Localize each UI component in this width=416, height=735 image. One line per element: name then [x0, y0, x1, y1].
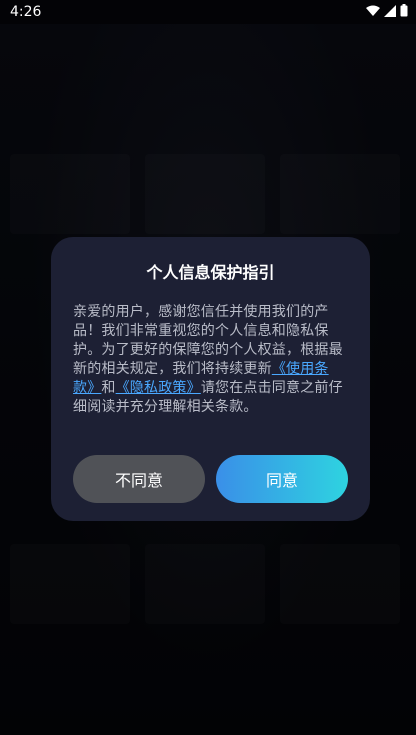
- status-bar: 4:26: [0, 0, 416, 24]
- decline-button-label: 不同意: [114, 471, 163, 490]
- signal-icon: [384, 4, 396, 17]
- agree-button[interactable]: 同意: [216, 455, 348, 503]
- body-and-text: 和: [101, 380, 116, 396]
- privacy-dialog: 个人信息保护指引 亲爱的用户，感谢您信任并使用我们的产品！我们非常重视您的个人信…: [51, 237, 370, 521]
- dialog-body: 亲爱的用户，感谢您信任并使用我们的产品！我们非常重视您的个人信息和隐私保护。为了…: [73, 303, 349, 417]
- battery-icon: [400, 4, 408, 17]
- decline-button[interactable]: 不同意: [73, 455, 205, 503]
- agree-button-label: 同意: [265, 471, 298, 490]
- privacy-policy-link[interactable]: 《隐私政策》: [116, 380, 201, 396]
- status-time: 4:26: [10, 4, 42, 20]
- wifi-icon: [366, 5, 380, 16]
- dialog-title: 个人信息保护指引: [146, 263, 275, 282]
